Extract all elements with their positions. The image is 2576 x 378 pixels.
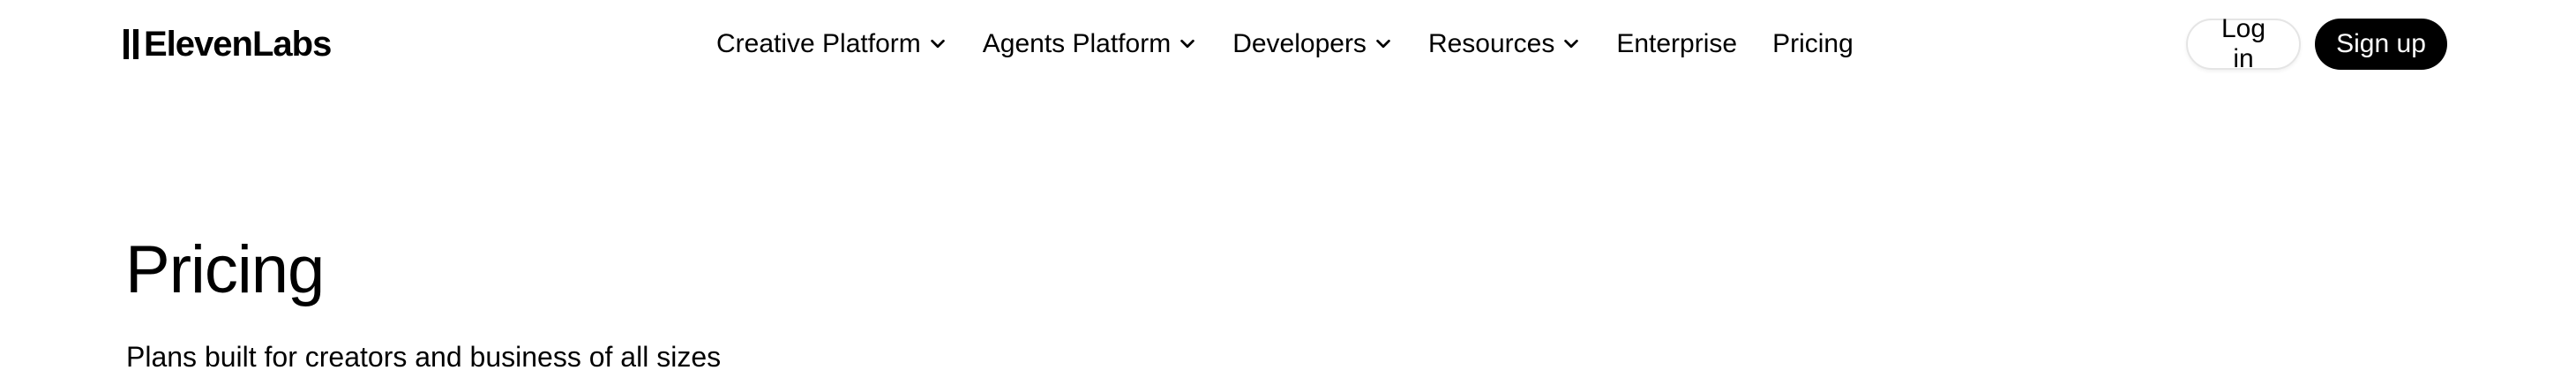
- nav-item-label: Creative Platform: [716, 29, 921, 58]
- logo-bars-icon: [124, 29, 139, 59]
- top-header: ElevenLabs Creative Platform Agents Plat…: [0, 0, 2576, 88]
- nav-item-pricing[interactable]: Pricing: [1772, 29, 1853, 59]
- page-subtitle: Plans built for creators and business of…: [126, 341, 722, 373]
- nav-item-developers[interactable]: Developers: [1232, 29, 1393, 59]
- nav-item-resources[interactable]: Resources: [1428, 29, 1581, 59]
- nav-item-label: Enterprise: [1616, 29, 1738, 58]
- page-title: Pricing: [125, 232, 325, 307]
- pricing-page: ElevenLabs Creative Platform Agents Plat…: [0, 0, 2576, 378]
- nav-item-enterprise[interactable]: Enterprise: [1616, 29, 1737, 59]
- nav-item-label: Agents Platform: [982, 29, 1172, 58]
- login-button[interactable]: Log in: [2186, 14, 2301, 73]
- nav-item-creative-platform[interactable]: Creative Platform: [716, 29, 947, 59]
- signup-button[interactable]: Sign up: [2315, 19, 2447, 70]
- elevenlabs-logo[interactable]: ElevenLabs: [124, 19, 332, 69]
- logo-text: ElevenLabs: [144, 24, 332, 64]
- nav-item-agents-platform[interactable]: Agents Platform: [983, 29, 1197, 59]
- auth-buttons: Log in Sign up: [2186, 14, 2447, 73]
- nav-item-label: Resources: [1427, 29, 1555, 58]
- nav-item-label: Developers: [1232, 29, 1367, 58]
- chevron-down-icon: [1178, 34, 1197, 54]
- chevron-down-icon: [1561, 34, 1581, 54]
- nav-item-label: Pricing: [1772, 29, 1853, 58]
- chevron-down-icon: [1374, 34, 1393, 54]
- main-nav: Creative Platform Agents Platform Develo…: [716, 19, 1889, 69]
- chevron-down-icon: [928, 34, 947, 54]
